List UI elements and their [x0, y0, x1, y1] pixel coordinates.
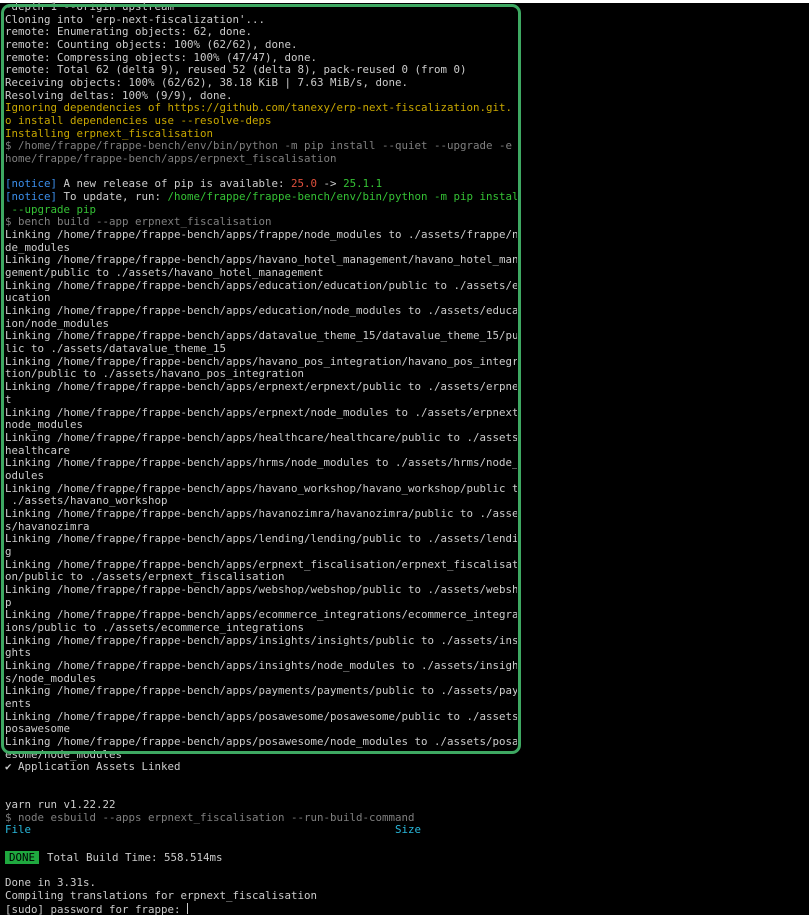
terminal-line: remote: Enumerating objects: 62, done. [5, 26, 253, 39]
terminal-line: Linking /home/frappe/frappe-bench/apps/e… [5, 279, 517, 292]
terminal-line: Linking /home/frappe/frappe-bench/apps/h… [5, 482, 517, 495]
terminal-line: ./assets/havano_workshop [5, 495, 168, 508]
terminal-line: Resolving deltas: 100% (9/9), done. [5, 89, 233, 102]
terminal-line: Linking /home/frappe/frappe-bench/apps/l… [5, 533, 517, 546]
terminal-line: s/node_modules [5, 672, 97, 685]
terminal-line: remote: Counting objects: 100% (62/62), … [5, 39, 298, 52]
terminal-line: Linking /home/frappe/frappe-bench/apps/f… [5, 229, 517, 242]
terminal-line: healthcare [5, 444, 71, 457]
done-in-line: Done in 3.31s. [5, 877, 97, 890]
terminal-line: Linking /home/frappe/frappe-bench/apps/d… [5, 330, 517, 343]
pip-update-line: [notice] To update, run: /home/frappe/fr… [5, 191, 517, 204]
version-arrow: -> [317, 178, 344, 191]
done-badge: DONE [5, 850, 40, 864]
terminal-line: odules [5, 469, 45, 482]
notice-tag: [notice] [5, 191, 58, 204]
terminal-line: Linking /home/frappe/frappe-bench/apps/e… [5, 305, 517, 318]
terminal-line: lic to ./assets/datavalue_theme_15 [5, 343, 227, 356]
pip-new-version: 25.1.1 [343, 178, 383, 191]
command-line: home/frappe/frappe-bench/apps/erpnext_fi… [5, 153, 337, 166]
terminal-line: g [5, 545, 12, 558]
terminal-line: Linking /home/frappe/frappe-bench/apps/h… [5, 457, 517, 470]
terminal-line: Linking /home/frappe/frappe-bench/apps/i… [5, 634, 517, 647]
warning-line: Ignoring dependencies of https://github.… [5, 102, 517, 115]
terminal-line: tion/public to ./assets/havano_pos_integ… [5, 368, 305, 381]
terminal-line: Linking /home/frappe/frappe-bench/apps/h… [5, 355, 517, 368]
pip-upgrade-command: /home/frappe/frappe-bench/env/bin/python… [167, 191, 517, 204]
notice-text: A new release of pip is available: [57, 178, 292, 191]
terminal-line: p [5, 596, 12, 609]
terminal-line: s/havanozimra [5, 520, 90, 533]
terminal-line: node_modules [5, 419, 84, 432]
build-output: yarn run v1.22.22 $ node esbuild --apps … [5, 799, 805, 915]
terminal-line: Linking /home/frappe/frappe-bench/apps/h… [5, 507, 517, 520]
terminal-line: Linking /home/frappe/frappe-bench/apps/p… [5, 685, 517, 698]
notice-tag: [notice] [5, 178, 58, 191]
terminal-line: t [5, 393, 12, 406]
installing-line: Installing erpnext_fiscalisation [5, 127, 214, 140]
terminal-line: Linking /home/frappe/frappe-bench/apps/e… [5, 609, 517, 622]
esbuild-command-line: $ node esbuild --apps erpnext_fiscalisat… [5, 811, 415, 824]
terminal-line: Linking /home/frappe/frappe-bench/apps/i… [5, 659, 517, 672]
terminal-line: ion/node_modules [5, 317, 110, 330]
terminal-line: -depth 1 --origin upstream [5, 1, 175, 13]
compiling-translations-line: Compiling translations for erpnext_fisca… [5, 890, 318, 903]
terminal-line: posawesome [5, 723, 71, 736]
yarn-version-line: yarn run v1.22.22 [5, 799, 116, 811]
notice-text: To update, run: [57, 191, 168, 204]
file-column-header: File [5, 824, 32, 837]
total-build-time: Total Build Time: 558.514ms [47, 850, 223, 864]
sudo-prompt-text: [sudo] password for frappe: [5, 902, 188, 915]
size-column-header: Size [394, 824, 421, 837]
assets-linked-line: ✔ Application Assets Linked [5, 761, 181, 774]
terminal-line: ghts [5, 647, 32, 660]
terminal-line: Linking /home/frappe/frappe-bench/apps/h… [5, 431, 517, 444]
terminal-line: gement/public to ./assets/havano_hotel_m… [5, 267, 324, 280]
terminal-line: Linking /home/frappe/frappe-bench/apps/p… [5, 710, 517, 723]
terminal-line: on/public to ./assets/erpnext_fiscalisat… [5, 571, 285, 584]
terminal-line: Cloning into 'erp-next-fiscalization'... [5, 13, 266, 26]
build-table-header: File Size [5, 824, 421, 837]
terminal-line: Linking /home/frappe/frappe-bench/apps/w… [5, 583, 517, 596]
terminal-line: ions/public to ./assets/ecommerce_integr… [5, 621, 305, 634]
terminal-output-highlighted: -depth 1 --origin upstream Cloning into … [5, 1, 517, 774]
command-line: $ /home/frappe/frappe-bench/env/bin/pyth… [5, 140, 517, 153]
terminal-line: esome/node_modules [5, 748, 123, 761]
text-cursor [187, 902, 189, 914]
pip-upgrade-command-cont: --upgrade pip [5, 203, 97, 216]
terminal-line: Linking /home/frappe/frappe-bench/apps/e… [5, 381, 517, 394]
terminal-line: Linking /home/frappe/frappe-bench/apps/p… [5, 735, 517, 748]
command-line: $ bench build --app erpnext_fiscalisatio… [5, 216, 272, 229]
pip-old-version: 25.0 [291, 178, 318, 191]
pip-notice-line: [notice] A new release of pip is availab… [5, 178, 517, 191]
warning-line: o install dependencies use --resolve-dep… [5, 115, 272, 128]
terminal-line: Linking /home/frappe/frappe-bench/apps/e… [5, 406, 517, 419]
terminal-line: Receiving objects: 100% (62/62), 38.18 K… [5, 77, 409, 90]
terminal-line: de_modules [5, 241, 71, 254]
terminal-line: ucation [5, 292, 51, 305]
terminal-line: remote: Compressing objects: 100% (47/47… [5, 51, 318, 64]
terminal-line: remote: Total 62 (delta 9), reused 52 (d… [5, 64, 467, 77]
terminal-line: ents [5, 697, 32, 710]
terminal-line: Linking /home/frappe/frappe-bench/apps/e… [5, 558, 517, 571]
sudo-password-prompt[interactable]: [sudo] password for frappe: [5, 902, 805, 915]
build-summary-line: DONE Total Build Time: 558.514ms [5, 850, 805, 865]
terminal-line: Linking /home/frappe/frappe-bench/apps/h… [5, 254, 517, 267]
